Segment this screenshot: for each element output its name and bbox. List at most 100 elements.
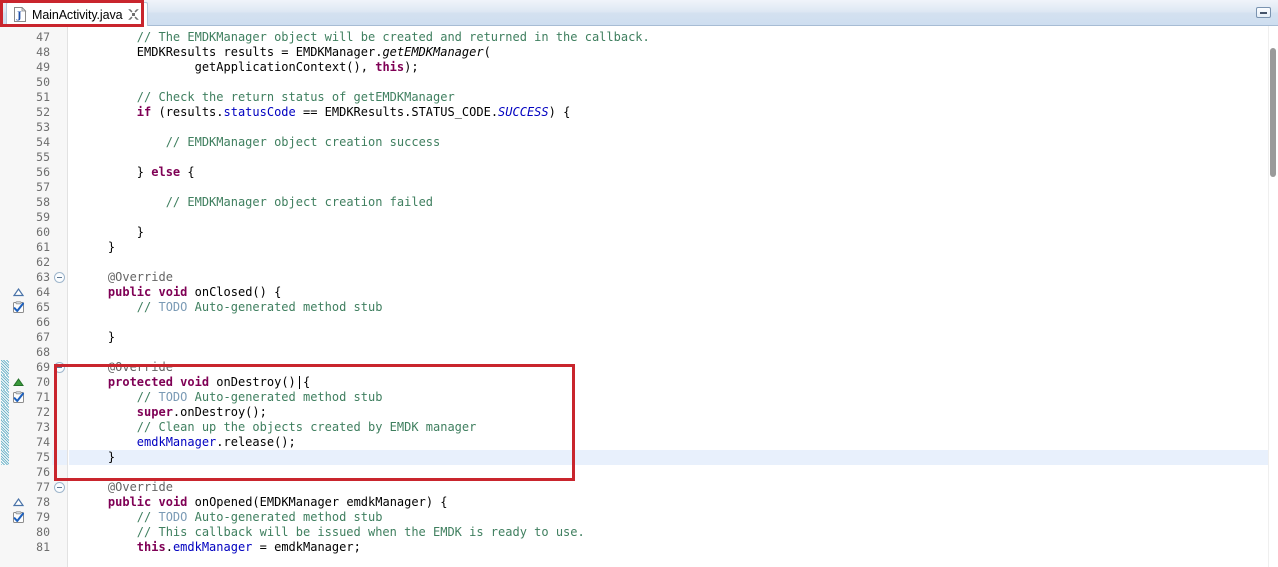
tab-mainactivity-java[interactable]: J MainActivity.java <box>6 2 148 26</box>
code-token <box>79 435 137 449</box>
change-bar-segment <box>1 375 9 390</box>
overrides-triangle-icon[interactable] <box>12 376 25 389</box>
code-token <box>79 360 108 374</box>
code-token: . <box>166 540 173 554</box>
code-token <box>79 480 108 494</box>
code-token: public <box>108 495 151 509</box>
code-line[interactable]: // TODO Auto-generated method stub <box>79 300 382 315</box>
line-number: 69 <box>36 360 50 375</box>
code-line[interactable]: } <box>79 450 115 465</box>
change-bar-segment <box>1 450 9 465</box>
code-token <box>79 375 108 389</box>
code-token: } <box>79 165 151 179</box>
code-token: @Override <box>108 480 173 494</box>
code-token: // Clean up the objects created by EMDK … <box>137 420 477 434</box>
code-line[interactable]: // TODO Auto-generated method stub <box>79 510 382 525</box>
code-token <box>151 495 158 509</box>
minimize-icon[interactable] <box>1256 7 1271 18</box>
todo-task-icon[interactable] <box>12 511 25 524</box>
code-token: getEMDKManager <box>382 45 483 59</box>
implements-triangle-icon[interactable] <box>12 286 25 299</box>
code-token: protected <box>108 375 173 389</box>
line-number: 71 <box>36 390 50 405</box>
code-token: } <box>79 450 115 464</box>
line-number: 70 <box>36 375 50 390</box>
line-number: 72 <box>36 405 50 420</box>
code-line[interactable]: // Check the return status of getEMDKMan… <box>79 90 455 105</box>
fold-collapse-icon[interactable] <box>54 362 65 373</box>
code-token: super <box>137 405 173 419</box>
code-line[interactable]: // TODO Auto-generated method stub <box>79 390 382 405</box>
svg-text:J: J <box>16 11 22 22</box>
code-line[interactable]: // EMDKManager object creation success <box>79 135 440 150</box>
editor-tab-bar: J MainActivity.java <box>0 0 1278 26</box>
code-line[interactable]: super.onDestroy(); <box>79 405 267 420</box>
code-line[interactable]: getApplicationContext(), this); <box>79 60 419 75</box>
code-line[interactable]: // This callback will be issued when the… <box>79 525 585 540</box>
code-line[interactable]: EMDKResults results = EMDKManager.getEMD… <box>79 45 491 60</box>
code-line[interactable]: // Clean up the objects created by EMDK … <box>79 420 476 435</box>
change-bar-segment <box>1 405 9 420</box>
vertical-scrollbar[interactable] <box>1268 26 1278 567</box>
java-source-editor[interactable]: 4647484950515253545556575859606162636465… <box>0 26 1278 567</box>
code-token: this <box>137 540 166 554</box>
line-number: 56 <box>36 165 50 180</box>
code-line[interactable]: @Override <box>79 360 173 375</box>
implements-triangle-icon[interactable] <box>12 496 25 509</box>
fold-collapse-icon[interactable] <box>54 482 65 493</box>
code-token <box>79 525 137 539</box>
todo-task-icon[interactable] <box>12 301 25 314</box>
code-line[interactable]: @Override <box>79 270 173 285</box>
code-line[interactable]: } else { <box>79 165 195 180</box>
code-token: // Check the return status of getEMDKMan… <box>137 90 455 104</box>
code-line[interactable]: if (results.statusCode == EMDKResults.ST… <box>79 105 570 120</box>
code-line[interactable]: public void onOpened(EMDKManager emdkMan… <box>79 495 448 510</box>
java-file-icon: J <box>13 7 27 22</box>
line-number: 80 <box>36 525 50 540</box>
close-icon[interactable] <box>127 8 140 21</box>
code-line[interactable]: public void onClosed() { <box>79 285 281 300</box>
fold-collapse-icon[interactable] <box>54 272 65 283</box>
code-token: // <box>137 510 159 524</box>
code-line[interactable]: // EMDKManager object creation failed <box>79 195 433 210</box>
line-number: 77 <box>36 480 50 495</box>
code-token: = emdkManager; <box>252 540 360 554</box>
code-token: ) { <box>549 105 571 119</box>
code-token: void <box>180 375 209 389</box>
line-number: 74 <box>36 435 50 450</box>
code-text-area[interactable]: // The EMDKManager object will be create… <box>69 26 1278 567</box>
code-token <box>79 510 137 524</box>
code-token: // EMDKManager object creation failed <box>166 195 433 209</box>
code-folding-column[interactable] <box>52 26 68 567</box>
line-number: 64 <box>36 285 50 300</box>
code-token: onDestroy() { <box>209 375 310 389</box>
code-token <box>79 195 166 209</box>
line-number: 81 <box>36 540 50 555</box>
scrollbar-thumb[interactable] <box>1270 48 1276 178</box>
code-line[interactable]: } <box>79 330 115 345</box>
code-token: getApplicationContext(), <box>79 60 375 74</box>
code-token: @Override <box>108 360 173 374</box>
code-token: public <box>108 285 151 299</box>
line-number: 49 <box>36 60 50 75</box>
change-bar-segment <box>1 420 9 435</box>
code-line[interactable]: emdkManager.release(); <box>79 435 296 450</box>
code-token: (results. <box>151 105 223 119</box>
annotation-marker-column[interactable] <box>10 26 26 567</box>
code-token: } <box>79 225 144 239</box>
code-line[interactable]: // The EMDKManager object will be create… <box>79 30 650 45</box>
code-line[interactable]: } <box>79 240 115 255</box>
code-token: ( <box>484 45 491 59</box>
code-token: emdkManager <box>173 540 252 554</box>
code-line[interactable]: protected void onDestroy() { <box>79 375 310 390</box>
code-token: .release(); <box>216 435 295 449</box>
line-number: 68 <box>36 345 50 360</box>
code-line[interactable]: @Override <box>79 480 173 495</box>
code-line[interactable]: this.emdkManager = emdkManager; <box>79 540 361 555</box>
line-number: 60 <box>36 225 50 240</box>
todo-task-icon[interactable] <box>12 391 25 404</box>
code-line[interactable]: } <box>79 225 144 240</box>
code-token: Auto-generated method stub <box>187 510 382 524</box>
code-token: @Override <box>108 270 173 284</box>
code-token: void <box>159 495 188 509</box>
